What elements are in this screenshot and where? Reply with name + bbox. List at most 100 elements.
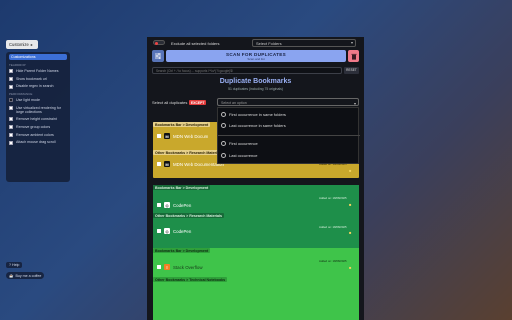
coffee-icon: ☕: [9, 273, 14, 278]
codepen-favicon-icon: ◇: [164, 202, 170, 208]
reset-button[interactable]: RESET: [344, 67, 359, 74]
search-placeholder: Search (Ctrl + / to focus) ... supports …: [156, 69, 233, 74]
chevron-down-icon: ▾: [350, 40, 353, 45]
option-disable-regex[interactable]: Disable regex in search: [9, 84, 67, 89]
folder-select[interactable]: Select Folders ▾: [252, 38, 356, 47]
sliders-icon: [155, 53, 161, 59]
bookmark-entry[interactable]: M MDN Web Documentation: [157, 161, 224, 167]
option-label: Remove height constraint: [16, 117, 57, 122]
checkbox[interactable]: [157, 162, 161, 166]
option-first-occurrence[interactable]: First occurrence: [221, 141, 258, 146]
search-input[interactable]: Search (Ctrl + / to focus) ... supports …: [152, 67, 342, 74]
buy-coffee-button[interactable]: ☕ Buy me a coffee: [6, 272, 45, 279]
except-badge: EXCEPT: [189, 100, 206, 105]
checkbox[interactable]: [9, 76, 13, 81]
bookmark-entry[interactable]: ◇ CodePen: [157, 228, 191, 234]
checkbox[interactable]: [9, 117, 13, 122]
help-button[interactable]: ? Help: [6, 262, 23, 268]
option-label: Hide Parent Folder Names: [16, 69, 59, 73]
page-title: Duplicate Bookmarks: [219, 78, 292, 85]
mdn-favicon-icon: M: [164, 133, 170, 139]
radio[interactable]: [221, 123, 226, 128]
option-last-occurrence[interactable]: Last occurrence: [221, 153, 257, 158]
checkbox[interactable]: [9, 69, 13, 74]
checkbox[interactable]: [157, 203, 161, 207]
bookmark-title: MDN Web Docum: [173, 133, 209, 139]
checkbox[interactable]: [9, 105, 13, 110]
checkbox[interactable]: [9, 98, 13, 103]
option-use-light-mode[interactable]: Use light mode: [9, 98, 67, 103]
option-label: First occurrence: [229, 141, 258, 146]
customize-button[interactable]: Customize ▸: [6, 40, 38, 49]
option-label: Disable regex in search: [16, 84, 54, 89]
settings-sliders-button[interactable]: [152, 50, 164, 62]
option-dropdown: First occurrence in same folders Last oc…: [217, 107, 360, 164]
option-remove-group-colors[interactable]: Remove group colors: [9, 124, 67, 130]
option-label: Attach mouse drag scroll: [16, 140, 56, 145]
option-hide-parent-folder-names[interactable]: Hide Parent Folder Names: [9, 69, 67, 74]
customize-label: Customize: [9, 42, 29, 47]
checkbox[interactable]: [9, 140, 13, 145]
bookmark-entry[interactable]: ≡ Stack Overflow: [157, 264, 203, 270]
duplicate-group: Bookmarks Bar > Development Added on: 18…: [153, 248, 359, 320]
option-last-same-folders[interactable]: Last occurrence in same folders: [221, 123, 286, 128]
option-show-bookmark-url[interactable]: Show bookmark url: [9, 77, 67, 81]
radio[interactable]: [221, 112, 226, 117]
added-date: Added on: 18/08/2025: [319, 259, 347, 263]
folder-icon[interactable]: ■: [349, 265, 351, 270]
bookmark-title: CodePen: [173, 228, 192, 234]
bookmark-path: Other Bookmarks > Research Materials: [153, 150, 225, 156]
radio[interactable]: [221, 153, 226, 158]
select-all-label: Select all duplicates: [152, 100, 188, 105]
delete-button[interactable]: [348, 50, 359, 62]
section-title-teardrop: TEARDROP: [9, 63, 26, 67]
scan-duplicates-button[interactable]: SCAN FOR DUPLICATES Scan and list: [166, 50, 346, 62]
option-virtualized-rendering[interactable]: Use virtualized rendering for large coll…: [9, 106, 67, 114]
bookmark-entry[interactable]: ◇ CodePen: [157, 202, 191, 208]
option-select[interactable]: Select an option ▾: [217, 98, 359, 106]
coffee-label: Buy me a coffee: [15, 273, 42, 278]
divider: [218, 135, 360, 136]
exclude-toggle[interactable]: [153, 40, 165, 45]
main-panel: Exclude all selected folders Select Fold…: [147, 37, 364, 320]
option-label: Show bookmark url: [16, 76, 47, 81]
option-attach-mouse-drag-scroll[interactable]: Attach mouse drag scroll: [9, 140, 67, 145]
checkbox[interactable]: [157, 229, 161, 233]
folder-icon[interactable]: ■: [349, 168, 351, 173]
radio[interactable]: [221, 141, 226, 146]
bookmark-path: Other Bookmarks > Research Materials: [153, 213, 225, 219]
checkbox[interactable]: [157, 134, 161, 138]
option-label: Last occurrence in same folders: [229, 123, 286, 128]
option-label: Use virtualized rendering for large coll…: [16, 105, 61, 114]
bookmark-path: Bookmarks Bar > Development: [153, 248, 211, 254]
exclude-label: Exclude all selected folders: [171, 40, 220, 46]
option-first-same-folders[interactable]: First occurrence in same folders: [221, 112, 286, 117]
scan-subtitle: Scan and list: [247, 56, 265, 61]
checkbox[interactable]: [9, 132, 13, 137]
codepen-favicon-icon: ◇: [164, 228, 170, 234]
option-label: Last occurrence: [229, 153, 258, 158]
bookmark-title: Stack Overflow: [173, 264, 203, 270]
folder-icon[interactable]: ■: [349, 202, 351, 207]
chevron-right-icon: ▸: [30, 42, 33, 47]
select-all-row: Select all duplicates EXCEPT: [152, 100, 206, 105]
chevron-down-icon: ▾: [353, 100, 356, 106]
page-subtitle: 51 duplicates (including 75 originals): [228, 87, 283, 91]
bookmark-entry[interactable]: M MDN Web Docum: [157, 133, 208, 139]
section-title-performance: PERFORMANCE: [9, 92, 33, 97]
sidebar-item-customizations[interactable]: Customizations: [9, 54, 67, 60]
bookmark-path: Other Bookmarks > Technical Notebooks: [153, 277, 228, 283]
bookmark-title: CodePen: [173, 202, 192, 208]
checkbox[interactable]: [9, 84, 13, 89]
checkbox[interactable]: [157, 265, 161, 269]
top-bar: Exclude all selected folders Select Fold…: [147, 37, 364, 48]
folder-icon[interactable]: ■: [349, 230, 351, 235]
option-label: Remove group colors: [16, 124, 51, 129]
checkbox[interactable]: [9, 125, 13, 130]
option-label: First occurrence in same folders: [229, 112, 286, 117]
option-remove-ambient-colors[interactable]: Remove ambient colors: [9, 133, 67, 137]
option-select-placeholder: Select an option: [221, 100, 247, 105]
option-remove-height-constraint[interactable]: Remove height constraint: [9, 117, 67, 122]
trash-icon: [350, 53, 357, 60]
bookmark-path: Bookmarks Bar > Development: [153, 122, 211, 128]
